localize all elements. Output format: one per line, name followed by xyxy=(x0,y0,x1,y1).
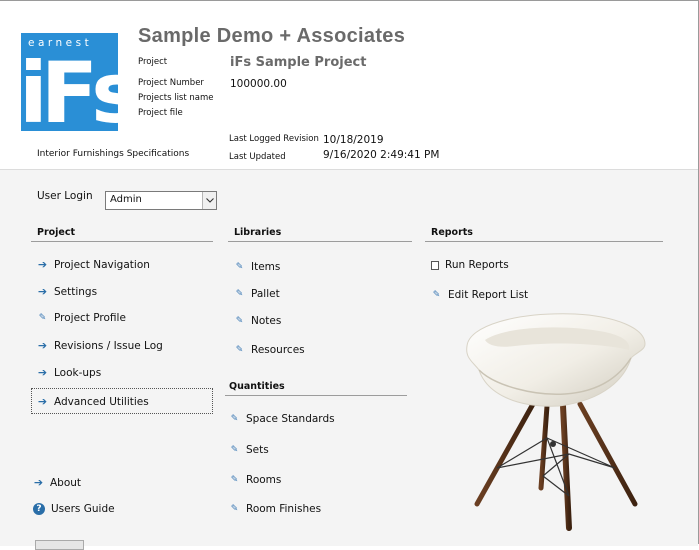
pencil-icon: ✎ xyxy=(432,290,441,300)
libraries-heading: Libraries xyxy=(234,227,282,238)
revisions-issue-log-link[interactable]: ➔ Revisions / Issue Log xyxy=(37,339,163,352)
arrow-right-icon: ➔ xyxy=(37,285,48,298)
last-updated-label: Last Updated xyxy=(229,152,286,162)
arrow-right-icon: ➔ xyxy=(37,339,48,352)
users-guide-link[interactable]: ? Users Guide xyxy=(33,503,115,515)
pencil-icon: ✎ xyxy=(230,414,239,424)
projects-list-name-label: Projects list name xyxy=(138,93,214,103)
chair-image xyxy=(466,313,646,531)
pencil-icon: ✎ xyxy=(235,345,244,355)
look-ups-link[interactable]: ➔ Look-ups xyxy=(37,366,101,379)
pencil-icon: ✎ xyxy=(235,262,244,272)
pencil-icon: ✎ xyxy=(230,445,239,455)
arrow-right-icon: ➔ xyxy=(37,366,48,379)
quantities-heading: Quantities xyxy=(229,381,285,392)
pencil-icon: ✎ xyxy=(235,316,244,326)
reports-divider xyxy=(425,241,663,242)
library-notes-link[interactable]: ✎ Notes xyxy=(234,315,282,327)
project-profile-link[interactable]: ✎ Project Profile xyxy=(37,312,126,324)
library-pallet-link[interactable]: ✎ Pallet xyxy=(234,288,280,300)
user-login-select[interactable]: Admin xyxy=(105,191,217,210)
user-login-value: Admin xyxy=(110,194,142,205)
arrow-right-icon: ➔ xyxy=(37,258,48,271)
user-login-label: User Login xyxy=(37,190,93,202)
app-window: earnest iFs Sample Demo + Associates Pro… xyxy=(0,0,699,550)
project-number-label: Project Number xyxy=(138,78,204,88)
advanced-utilities-link[interactable]: ➔ Advanced Utilities xyxy=(37,395,149,408)
report-icon xyxy=(431,260,439,270)
room-finishes-link[interactable]: ✎ Room Finishes xyxy=(229,503,321,515)
last-updated-value: 9/16/2020 2:49:41 PM xyxy=(323,149,440,161)
library-resources-link[interactable]: ✎ Resources xyxy=(234,344,305,356)
logo-letters: iFs xyxy=(21,44,118,131)
ifs-logo: earnest iFs xyxy=(21,33,118,131)
space-standards-link[interactable]: ✎ Space Standards xyxy=(229,413,335,425)
project-divider xyxy=(31,241,213,242)
arrow-right-icon: ➔ xyxy=(33,476,44,489)
help-icon: ? xyxy=(33,503,45,515)
about-link[interactable]: ➔ About xyxy=(33,476,81,489)
project-file-label: Project file xyxy=(138,108,183,118)
project-number: 100000.00 xyxy=(230,78,287,90)
pencil-icon: ✎ xyxy=(235,289,244,299)
project-name: iFs Sample Project xyxy=(230,55,367,70)
settings-link[interactable]: ➔ Settings xyxy=(37,285,97,298)
tagline: Interior Furnishings Specifications xyxy=(37,149,190,159)
quantities-divider xyxy=(225,395,407,396)
project-label: Project xyxy=(138,57,168,67)
pencil-icon: ✎ xyxy=(38,313,47,323)
last-logged-revision-value: 10/18/2019 xyxy=(323,134,384,146)
pencil-icon: ✎ xyxy=(230,504,239,514)
project-navigation-link[interactable]: ➔ Project Navigation xyxy=(37,258,150,271)
sets-link[interactable]: ✎ Sets xyxy=(229,444,269,456)
pencil-icon: ✎ xyxy=(230,475,239,485)
chevron-down-icon[interactable] xyxy=(202,192,216,209)
reports-heading: Reports xyxy=(431,227,473,238)
project-heading: Project xyxy=(37,227,76,238)
footer-button[interactable] xyxy=(35,540,84,550)
last-logged-revision-label: Last Logged Revision xyxy=(229,134,319,144)
edit-report-list-link[interactable]: ✎ Edit Report List xyxy=(431,289,528,301)
arrow-right-icon: ➔ xyxy=(37,395,48,408)
library-items-link[interactable]: ✎ Items xyxy=(234,261,281,273)
run-reports-link[interactable]: Run Reports xyxy=(431,259,509,271)
rooms-link[interactable]: ✎ Rooms xyxy=(229,474,282,486)
company-title: Sample Demo + Associates xyxy=(138,25,406,47)
libraries-divider xyxy=(228,241,412,242)
